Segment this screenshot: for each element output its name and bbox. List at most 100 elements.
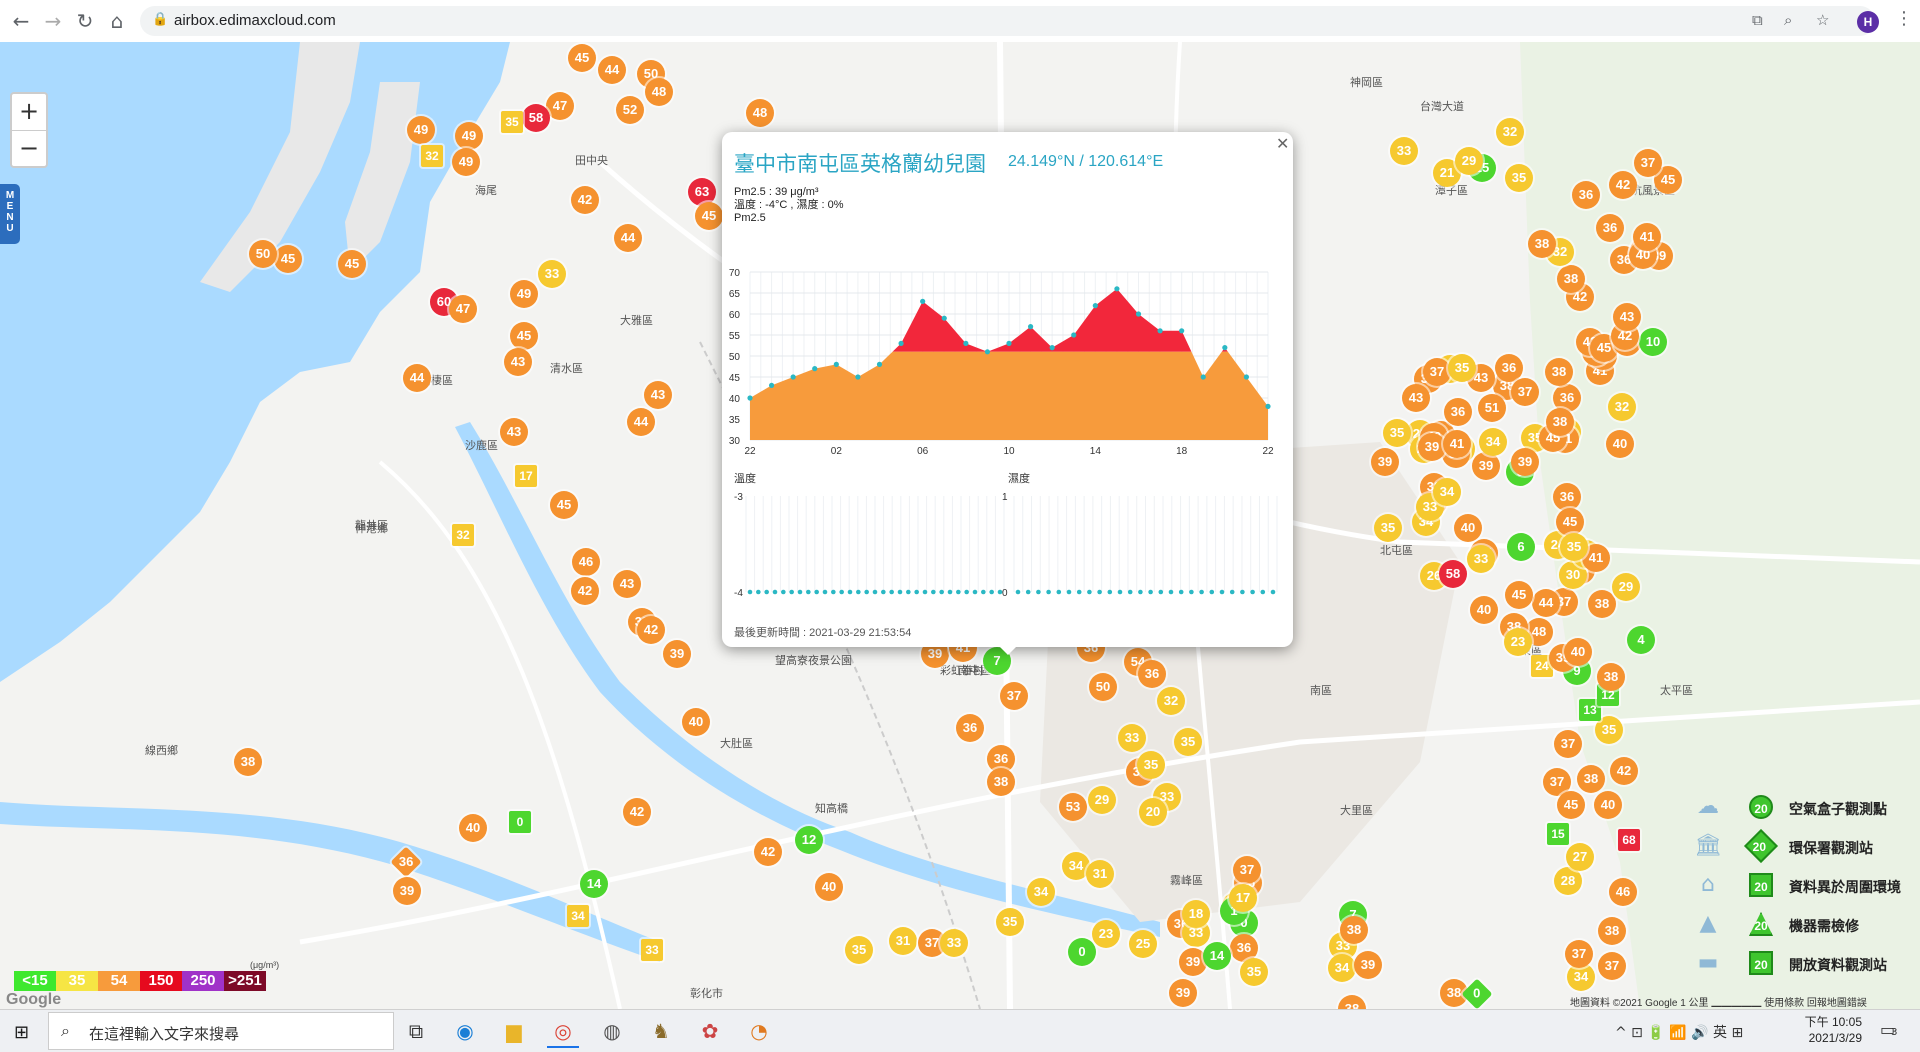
- sensor-marker[interactable]: 38: [1597, 663, 1625, 691]
- sensor-marker[interactable]: 37: [1511, 378, 1539, 406]
- url-text[interactable]: airbox.edimaxcloud.com: [174, 12, 336, 29]
- sensor-marker[interactable]: 45: [1556, 508, 1584, 536]
- sensor-marker[interactable]: 38: [1557, 265, 1585, 293]
- sensor-marker[interactable]: 43: [500, 418, 528, 446]
- sensor-marker[interactable]: 44: [1532, 589, 1560, 617]
- sensor-marker[interactable]: 43: [504, 348, 532, 376]
- sensor-marker[interactable]: 44: [614, 224, 642, 252]
- sensor-marker[interactable]: 42: [754, 838, 782, 866]
- sensor-marker[interactable]: 50: [1089, 673, 1117, 701]
- sensor-marker[interactable]: 42: [1610, 757, 1638, 785]
- sensor-marker[interactable]: 35: [1240, 958, 1268, 986]
- translate-icon[interactable]: ⧉: [1752, 11, 1763, 29]
- sensor-marker[interactable]: 17: [1229, 884, 1257, 912]
- sensor-marker[interactable]: 42: [637, 616, 665, 644]
- zoom-in-button[interactable]: +: [12, 94, 46, 131]
- sensor-marker[interactable]: 36: [1596, 214, 1624, 242]
- sensor-marker[interactable]: 34: [567, 905, 589, 927]
- sensor-marker[interactable]: 46: [1609, 878, 1637, 906]
- sensor-marker[interactable]: 39: [1354, 951, 1382, 979]
- sensor-marker[interactable]: 40: [682, 708, 710, 736]
- system-tray[interactable]: ^ ⊡ 🔋 📶 🔊 英 ⊞: [1615, 1022, 1743, 1042]
- blender-icon[interactable]: ◔: [743, 1016, 775, 1046]
- sensor-marker[interactable]: 35: [1374, 514, 1402, 542]
- sensor-marker[interactable]: 28: [1554, 867, 1582, 895]
- map[interactable]: 神岡區台灣大道田中央海尾潭子區大雅區梧棲區沙鹿區清水區龍井區大肚區烏日區伸港鄉線…: [0, 42, 1920, 1009]
- edge-icon[interactable]: ◉: [449, 1016, 481, 1046]
- sensor-marker[interactable]: 6: [1507, 533, 1535, 561]
- zoom-icon[interactable]: ⌕: [1784, 11, 1792, 29]
- bookmark-star-icon[interactable]: ☆: [1816, 11, 1829, 29]
- sensor-marker[interactable]: 36: [1572, 181, 1600, 209]
- sensor-marker[interactable]: 33: [641, 939, 663, 961]
- sensor-marker[interactable]: 37: [1233, 856, 1261, 884]
- sensor-marker[interactable]: 39: [663, 640, 691, 668]
- sensor-marker[interactable]: 38: [1340, 916, 1368, 944]
- sensor-marker[interactable]: 45: [695, 202, 723, 230]
- sensor-marker[interactable]: 35: [501, 111, 523, 133]
- file-explorer-icon[interactable]: ▆: [498, 1016, 530, 1046]
- sensor-marker[interactable]: 37: [1598, 952, 1626, 980]
- sensor-marker[interactable]: 40: [815, 873, 843, 901]
- sensor-marker[interactable]: 10: [1639, 328, 1667, 356]
- sensor-marker[interactable]: 40: [1470, 596, 1498, 624]
- sensor-marker[interactable]: 14: [580, 870, 608, 898]
- sensor-marker[interactable]: 32: [421, 145, 443, 167]
- address-bar[interactable]: 🔒 airbox.edimaxcloud.com ⧉ ⌕ ☆: [140, 6, 1875, 36]
- sensor-marker[interactable]: 33: [940, 929, 968, 957]
- sensor-marker[interactable]: 47: [546, 92, 574, 120]
- sensor-marker[interactable]: 48: [645, 78, 673, 106]
- sensor-marker[interactable]: 35: [1448, 354, 1476, 382]
- sensor-marker[interactable]: 14: [1203, 942, 1231, 970]
- chrome-icon[interactable]: ◎: [547, 1016, 579, 1048]
- app-icon-1[interactable]: ◍: [596, 1016, 628, 1046]
- sensor-marker[interactable]: 43: [1613, 303, 1641, 331]
- sensor-marker[interactable]: 31: [889, 927, 917, 955]
- sensor-marker[interactable]: 35: [1137, 751, 1165, 779]
- sensor-marker[interactable]: 58: [522, 104, 550, 132]
- sensor-marker[interactable]: 39: [1472, 452, 1500, 480]
- sensor-marker[interactable]: 37: [1000, 682, 1028, 710]
- sensor-marker[interactable]: 33: [1467, 545, 1495, 573]
- sensor-marker[interactable]: 58: [1439, 560, 1467, 588]
- sensor-marker[interactable]: 31: [1086, 860, 1114, 888]
- sensor-marker[interactable]: 50: [249, 240, 277, 268]
- sensor-marker[interactable]: 35: [1174, 728, 1202, 756]
- sensor-marker[interactable]: 25: [1129, 930, 1157, 958]
- sensor-marker[interactable]: 42: [623, 798, 651, 826]
- sensor-marker[interactable]: 33: [1390, 137, 1418, 165]
- sensor-marker[interactable]: 29: [1088, 786, 1116, 814]
- sensor-marker[interactable]: 40: [1564, 638, 1592, 666]
- taskbar-search[interactable]: ⌕ 在這裡輸入文字來搜尋: [48, 1012, 394, 1050]
- sensor-marker[interactable]: 34: [1328, 954, 1356, 982]
- sensor-marker[interactable]: 38: [1577, 765, 1605, 793]
- notification-icon[interactable]: ▭3: [1880, 1020, 1898, 1039]
- sensor-marker[interactable]: 49: [455, 122, 483, 150]
- map-attribution[interactable]: 地圖資料 ©2021 Google 1 公里 ▁▁▁▁▁ 使用條款 回報地圖錯誤: [1570, 994, 1867, 1009]
- sensor-marker[interactable]: 17: [515, 465, 537, 487]
- sensor-marker[interactable]: 37: [1554, 730, 1582, 758]
- sensor-marker[interactable]: 18: [1182, 900, 1210, 928]
- sensor-marker[interactable]: 20: [1139, 798, 1167, 826]
- sensor-marker[interactable]: 68: [1618, 829, 1640, 851]
- sensor-marker[interactable]: 44: [403, 364, 431, 392]
- sensor-marker[interactable]: 0: [509, 811, 531, 833]
- sensor-marker[interactable]: 42: [571, 186, 599, 214]
- sensor-marker[interactable]: 38: [1528, 230, 1556, 258]
- sensor-marker[interactable]: 23: [1092, 920, 1120, 948]
- sensor-marker[interactable]: 36: [1553, 483, 1581, 511]
- sensor-marker[interactable]: 49: [407, 116, 435, 144]
- sensor-marker[interactable]: 51: [1478, 394, 1506, 422]
- back-icon[interactable]: ←: [8, 8, 34, 34]
- sensor-marker[interactable]: 44: [627, 408, 655, 436]
- sensor-marker[interactable]: 37: [1565, 940, 1593, 968]
- reload-icon[interactable]: ↻: [72, 8, 98, 34]
- task-view-icon[interactable]: ⧉: [400, 1016, 432, 1046]
- sensor-marker[interactable]: 37: [1423, 358, 1451, 386]
- clock[interactable]: 下午 10:05 2021/3/29: [1792, 1014, 1862, 1046]
- app-icon-2[interactable]: ♞: [645, 1016, 677, 1046]
- sensor-marker[interactable]: 35: [996, 908, 1024, 936]
- sensor-marker[interactable]: 39: [1511, 448, 1539, 476]
- sensor-marker[interactable]: 12: [795, 826, 823, 854]
- sensor-marker[interactable]: 27: [1566, 843, 1594, 871]
